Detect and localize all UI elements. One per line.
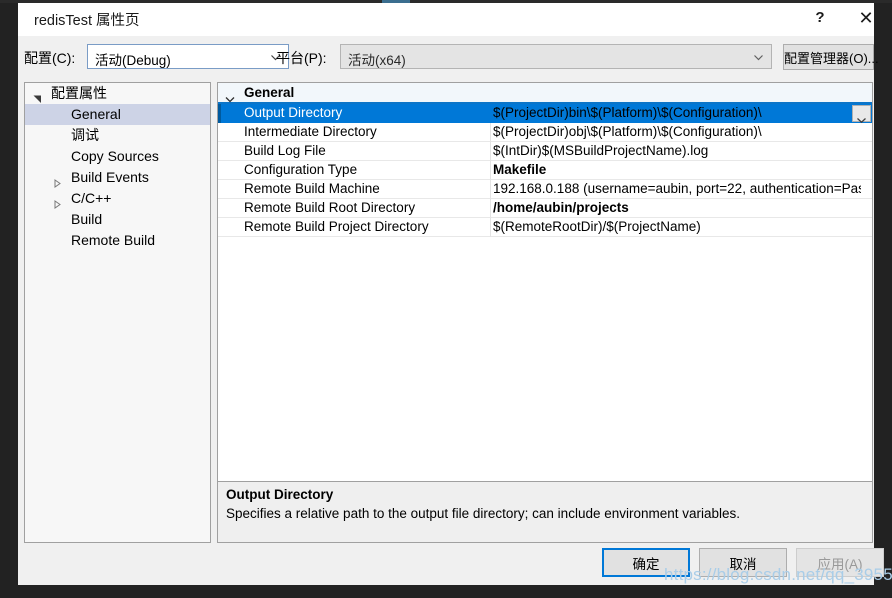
tree-item-1[interactable]: General [25,104,210,125]
tree-item-6[interactable]: Build [25,209,210,230]
row-selection-bar [218,161,221,180]
property-name: Output Directory [244,105,343,120]
tree-item-label: 调试 [71,127,99,143]
column-separator [490,218,491,237]
value-dropdown-button[interactable] [852,105,871,124]
property-row[interactable]: Build Log File $(IntDir)$(MSBuildProjectN… [218,142,872,161]
property-row[interactable]: Intermediate Directory $(ProjectDir)obj\$… [218,123,872,142]
column-separator [490,142,491,161]
property-name: Remote Build Project Directory [244,219,429,234]
property-value[interactable]: Makefile [493,162,861,177]
top-strip [0,0,892,3]
tree-item-3[interactable]: Copy Sources [25,146,210,167]
configuration-bar: 配置(C): 活动(Debug) 平台(P): 活动(x64) 配置管理器(O)… [18,36,879,78]
tree-item-label: Copy Sources [71,148,159,164]
property-value[interactable]: $(IntDir)$(MSBuildProjectName).log [493,143,861,158]
row-selection-bar [218,123,221,142]
property-description-panel: Output Directory Specifies a relative pa… [217,481,873,543]
configuration-label: 配置(C): [24,50,76,66]
chevron-down-icon[interactable] [225,90,235,103]
tree-item-4[interactable]: Build Events [25,167,210,188]
property-value[interactable]: $(ProjectDir)bin\$(Platform)\$(Configura… [493,105,861,120]
property-row[interactable]: Output Directory $(ProjectDir)bin\$(Platf… [218,104,872,124]
configuration-dropdown[interactable]: 活动(Debug) [87,44,289,69]
configuration-value: 活动(Debug) [95,53,171,68]
chevron-down-icon [856,111,867,124]
property-row[interactable]: Remote Build Root Directory/home/aubin/p… [218,199,872,218]
desktop-left-edge [0,0,18,598]
configuration-manager-button[interactable]: 配置管理器(O)... [783,44,879,70]
property-value[interactable]: 192.168.0.188 (username=aubin, port=22, … [493,181,861,196]
property-pages-dialog: redisTest 属性页 ? ✕ 配置(C): 活动(Debug) 平台(P)… [18,0,892,585]
property-grid[interactable]: General Output Directory $(ProjectDir)bin… [217,82,873,483]
platform-value: 活动(x64) [348,53,406,68]
row-selection-bar [218,199,221,218]
configuration-tree[interactable]: 配置属性 General 调试 Copy Sources Build Events C/C… [24,82,211,543]
cancel-button[interactable]: 取消 [699,548,787,577]
tree-item-2[interactable]: 调试 [25,125,210,146]
property-group-header[interactable]: General [218,83,872,104]
column-separator [490,199,491,218]
property-row[interactable]: Remote Build Project Directory $(RemoteRo… [218,218,872,237]
property-name: Remote Build Machine [244,181,380,196]
tree-item-label: Build Events [71,169,149,185]
chevron-down-icon [753,51,764,62]
column-separator [490,123,491,142]
property-group-title: General [244,85,295,100]
property-value[interactable]: $(RemoteRootDir)/$(ProjectName) [493,219,861,234]
help-icon[interactable]: ? [798,0,842,36]
property-name: Remote Build Root Directory [244,200,416,215]
tree-item-label: C/C++ [71,190,112,206]
ok-button[interactable]: 确定 [602,548,690,577]
row-selection-bar [218,180,221,199]
screen-root: redisTest 属性页 ? ✕ 配置(C): 活动(Debug) 平台(P)… [0,0,892,598]
desktop-right-edge [874,0,892,598]
property-value[interactable]: $(ProjectDir)obj\$(Platform)\$(Configura… [493,124,861,139]
column-separator [490,161,491,180]
property-row[interactable]: Remote Build Machine 192.168.0.188 (usern… [218,180,872,199]
platform-label: 平台(P): [276,50,327,66]
property-name: Configuration Type [244,162,358,177]
tree-item-label: General [71,106,121,122]
desktop-bottom-edge [0,585,892,598]
property-name: Build Log File [244,143,326,158]
tree-item-label: Remote Build [71,232,156,248]
dialog-title: redisTest 属性页 [34,13,140,29]
description-text: Specifies a relative path to the output … [226,506,741,521]
row-selection-bar [218,104,221,123]
tree-item-0[interactable]: 配置属性 [25,83,210,104]
tree-item-7[interactable]: Remote Build [25,230,210,251]
property-value[interactable]: /home/aubin/projects [493,200,861,215]
close-icon[interactable]: ✕ [844,0,888,36]
row-selection-bar [218,218,221,237]
grid-empty-area [218,237,872,482]
background-tab-highlight [382,0,410,3]
dialog-titlebar: redisTest 属性页 ? ✕ [18,0,874,36]
column-separator [490,104,491,123]
tree-item-5[interactable]: C/C++ [25,188,210,209]
property-name: Intermediate Directory [244,124,377,139]
property-row[interactable]: Configuration Type Makefile [218,161,872,180]
platform-dropdown[interactable]: 活动(x64) [340,44,772,69]
tree-item-label: Build [71,211,103,227]
description-title: Output Directory [226,487,334,502]
column-separator [490,180,491,199]
apply-button: 应用(A) [796,548,884,577]
row-selection-bar [218,142,221,161]
tree-item-label: 配置属性 [51,85,107,101]
